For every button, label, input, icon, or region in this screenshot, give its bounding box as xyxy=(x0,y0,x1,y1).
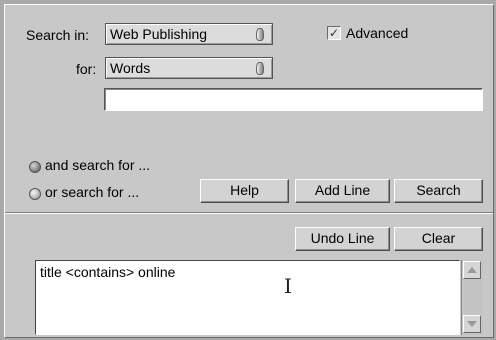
text-cursor-icon: I xyxy=(284,274,292,298)
query-line: title <contains> online xyxy=(40,264,176,280)
for-label: for: xyxy=(76,61,97,77)
search-in-label: Search in: xyxy=(26,27,90,43)
search-button[interactable]: Search xyxy=(394,179,483,203)
arrow-down-icon xyxy=(467,321,477,327)
section-divider-highlight xyxy=(5,213,493,214)
help-button[interactable]: Help xyxy=(200,179,289,203)
and-search-radio[interactable] xyxy=(29,161,41,173)
query-textarea[interactable]: title <contains> online I xyxy=(35,260,460,335)
and-search-label: and search for ... xyxy=(45,157,151,173)
scroll-up-button[interactable] xyxy=(463,261,481,279)
popup-arrow-icon xyxy=(256,62,264,75)
advanced-checkbox[interactable]: ✓ xyxy=(327,26,341,40)
or-search-radio[interactable] xyxy=(29,188,41,200)
or-search-label: or search for ... xyxy=(45,184,140,200)
popup-arrow-icon xyxy=(256,28,264,41)
checkmark-icon: ✓ xyxy=(328,26,340,40)
clear-button[interactable]: Clear xyxy=(394,227,483,251)
for-value: Words xyxy=(110,60,151,76)
undo-line-button[interactable]: Undo Line xyxy=(295,227,390,251)
arrow-up-icon xyxy=(467,267,477,273)
search-in-value: Web Publishing xyxy=(110,26,208,42)
for-popup[interactable]: Words xyxy=(105,57,273,79)
search-in-popup[interactable]: Web Publishing xyxy=(105,23,273,45)
advanced-label: Advanced xyxy=(346,25,409,41)
vertical-scrollbar[interactable] xyxy=(461,260,483,335)
scroll-down-button[interactable] xyxy=(463,315,481,333)
query-input[interactable] xyxy=(104,88,483,111)
search-panel: Search in: Web Publishing ✓ Advanced for… xyxy=(4,4,494,338)
add-line-button[interactable]: Add Line xyxy=(295,179,390,203)
